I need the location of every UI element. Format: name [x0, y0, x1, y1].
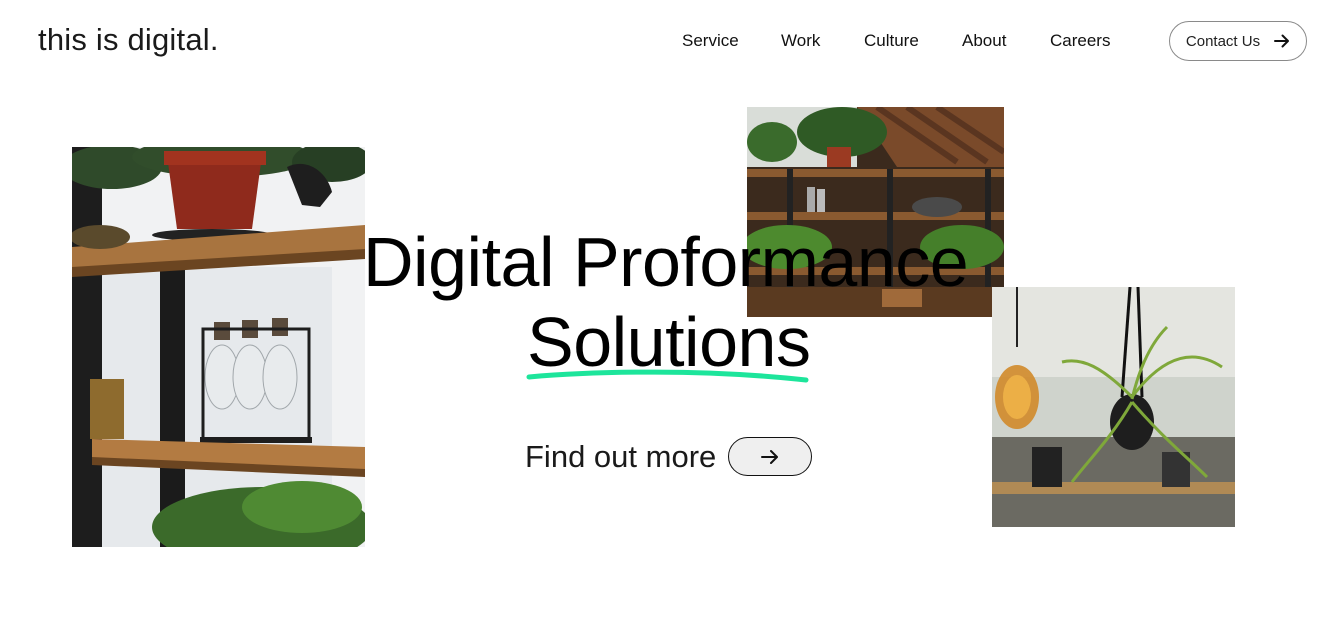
nav-item-service[interactable]: Service: [682, 31, 739, 51]
nav-item-careers[interactable]: Careers: [1050, 31, 1110, 51]
page: this is digital. Service Work Culture Ab…: [0, 0, 1341, 632]
nav-item-about[interactable]: About: [962, 31, 1006, 51]
find-out-more-cta: Find out more: [525, 437, 813, 476]
title-underline-decoration: [526, 369, 809, 383]
find-out-more-label[interactable]: Find out more: [525, 439, 716, 475]
nav-item-work[interactable]: Work: [781, 31, 820, 51]
shelf-with-plants-and-bottles-photo: [72, 147, 365, 547]
contact-us-button[interactable]: Contact Us: [1169, 21, 1307, 61]
nav-item-culture[interactable]: Culture: [864, 31, 919, 51]
contact-us-label: Contact Us: [1185, 32, 1261, 50]
arrow-right-icon: [1274, 34, 1290, 48]
hero-title-line1: Digital Proformance: [363, 223, 969, 301]
hanging-plant-and-bulb-photo: [992, 287, 1235, 527]
site-logo[interactable]: this is digital.: [38, 22, 219, 58]
find-out-more-button[interactable]: [728, 437, 813, 476]
arrow-right-icon: [761, 449, 779, 464]
